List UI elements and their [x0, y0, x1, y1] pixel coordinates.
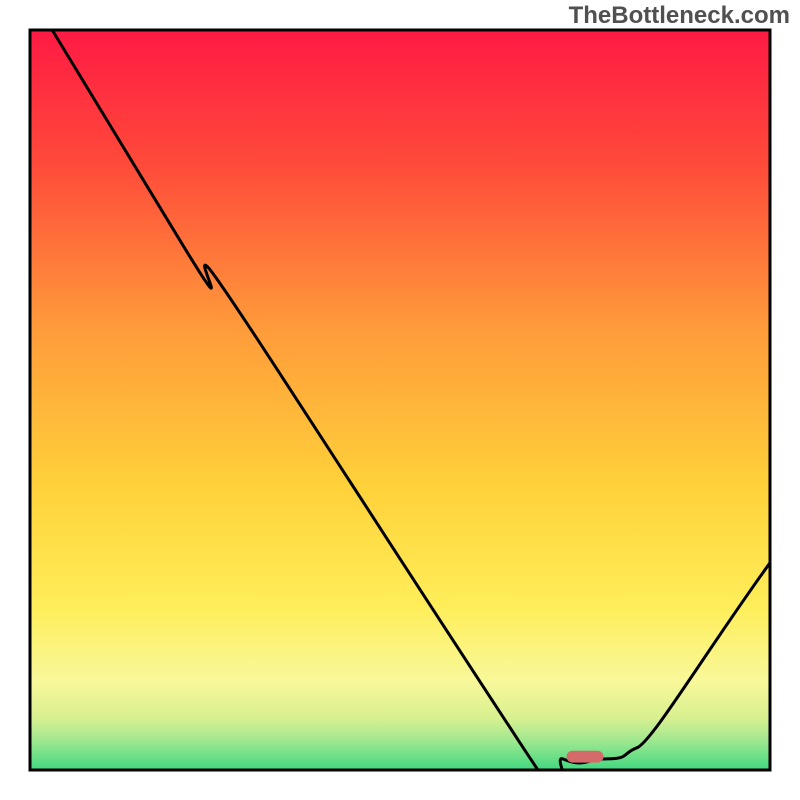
watermark-text: TheBottleneck.com — [569, 2, 790, 30]
gradient-background — [30, 30, 770, 770]
optimal-marker — [567, 751, 604, 763]
chart-container: TheBottleneck.com — [0, 0, 800, 800]
chart-svg — [0, 0, 800, 800]
